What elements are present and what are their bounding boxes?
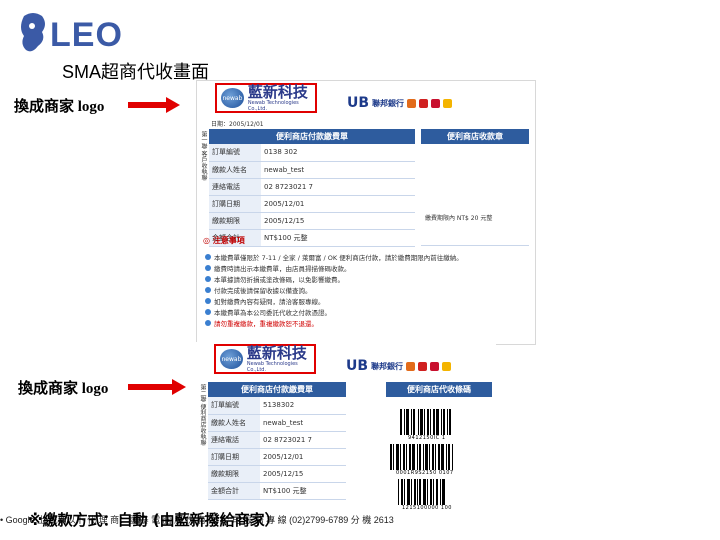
- hilife-icon: [431, 98, 441, 108]
- barcode-header: 便利商店代收條碼: [386, 382, 492, 397]
- ok-mart-icon: [418, 361, 428, 371]
- store-stamp-area: 便利商店收款章 繳費期限內 NT$ 20 元整: [421, 129, 529, 246]
- merchant-logo-icon: newab: [221, 88, 244, 108]
- ok-mart-icon: [419, 98, 429, 108]
- list-item: 本繳費單為本公司委託代收之付款憑證。: [205, 306, 531, 317]
- union-bank-icon: UB: [346, 358, 369, 374]
- page-title: SMA超商代收畫面: [62, 62, 210, 82]
- table-row: 訂單編號 0138 302: [209, 144, 415, 162]
- payment-info-table: 便利商店付款繳費單 訂單編號 5138302 繳款人姓名 newab_test 連絡…: [208, 382, 346, 500]
- company-logo-text: LEO: [50, 16, 123, 54]
- hilife-icon: [430, 361, 440, 371]
- list-item: 本單據請勿折損或塗改條碼，以免影響繳費。: [205, 273, 531, 284]
- barcode-2: [390, 444, 492, 470]
- callout-label-top: 換成商家 logo: [14, 99, 105, 115]
- seven-eleven-icon: [407, 98, 417, 108]
- table-row: 連絡電話 02 8723021 7: [208, 431, 346, 449]
- table-row: 繳款人姓名 newab_test: [208, 414, 346, 432]
- table-row: 繳款期限 2005/12/15: [209, 212, 415, 230]
- bank-and-store-logos: UB 聯邦銀行: [347, 95, 453, 111]
- barcode-3-number: 1215100000 100: [402, 505, 452, 511]
- merchant-subtitle: Newab Technologies Co.,Ltd.: [247, 99, 299, 112]
- slip-side-label: 第二聯 便利商店收執聯: [199, 384, 206, 446]
- notice-title: ◎ 注意事項: [203, 236, 245, 245]
- callout-arrow-top: [128, 97, 180, 113]
- stamp-amount: 繳費期限內 NT$ 20 元整: [425, 215, 493, 222]
- table-row: 訂購日期 2005/12/01: [209, 195, 415, 213]
- list-item: 本繳費單僅限於 7-11 / 全家 / 萊爾富 / OK 便利商店付款，請於繳費…: [205, 251, 531, 262]
- notice-list: 本繳費單僅限於 7-11 / 全家 / 萊爾富 / OK 便利商店付款，請於繳費…: [205, 251, 531, 328]
- table-row: 訂購日期 2005/12/01: [208, 448, 346, 466]
- merchant-logo-box: newab 藍新科技 Newab Technologies Co.,Ltd.: [215, 83, 317, 113]
- bank-name: 聯邦銀行: [372, 98, 405, 108]
- barcode-3: [398, 479, 492, 505]
- merchant-name: 藍新科技: [247, 82, 308, 101]
- union-bank-icon: UB: [347, 95, 370, 111]
- bank-and-store-logos: UB 聯邦銀行: [346, 358, 452, 374]
- seven-eleven-icon: [406, 361, 416, 371]
- payment-table-header: 便利商店付款繳費單: [208, 382, 346, 397]
- callout-arrow-bottom: [128, 379, 186, 395]
- stamp-header: 便利商店收款章: [421, 129, 529, 144]
- list-item: 請勿重複繳款，重複繳款恕不退還。: [205, 317, 531, 328]
- table-row: 繳款人姓名 newab_test: [209, 161, 415, 179]
- merchant-name: 藍新科技: [246, 343, 307, 362]
- payment-info-table: 便利商店付款繳費單 訂單編號 0138 302 繳款人姓名 newab_test 連…: [209, 129, 415, 247]
- merchant-logo-box: newab 藍新科技 Newab Technologies Co.,Ltd.: [214, 344, 316, 374]
- callout-label-bottom: 換成商家 logo: [18, 381, 109, 397]
- barcode-2-number: 0001R9S2150 0107: [396, 470, 454, 476]
- table-row: 繳款期限 2005/12/15: [208, 465, 346, 483]
- table-row: 金額合計 NT$100 元整: [208, 482, 346, 500]
- list-item: 付款完成後請保留收據以備查詢。: [205, 284, 531, 295]
- payment-table-header: 便利商店付款繳費單: [209, 129, 415, 144]
- payment-slip-preview-top: newab 藍新科技 Newab Technologies Co.,Ltd. U…: [196, 80, 536, 345]
- list-item: 如對繳費內容有疑問，請洽客服專線。: [205, 295, 531, 306]
- merchant-logo-icon: newab: [220, 349, 243, 369]
- table-row: 訂單編號 5138302: [208, 397, 346, 415]
- payment-slip-preview-bottom: newab 藍新科技 Newab Technologies Co.,Ltd. U…: [196, 342, 496, 511]
- list-item: 繳費時請出示本繳費單，由店員掃描條碼收款。: [205, 262, 531, 273]
- payment-method-note: ※繳款方式：自動 (由藍新撥給商家）: [28, 511, 280, 529]
- barcode-area: 便利商店代收條碼 9412150IC 1 0001R9S2150 0107 12…: [386, 382, 492, 511]
- leo-lion-logo-icon: [21, 13, 45, 52]
- bank-name: 聯邦銀行: [371, 361, 404, 371]
- merchant-subtitle: Newab Technologies Co.,Ltd.: [246, 360, 298, 373]
- barcode-1-number: 9412150IC 1: [408, 435, 446, 441]
- familymart-icon: [442, 361, 452, 371]
- barcode-1: [400, 409, 492, 435]
- table-row: 連絡電話 02 8723021 7: [209, 178, 415, 196]
- familymart-icon: [443, 98, 453, 108]
- slip-date: 日期：2005/12/01: [211, 121, 264, 128]
- slip-side-label: 第一聯 客戶收執聯: [200, 131, 207, 181]
